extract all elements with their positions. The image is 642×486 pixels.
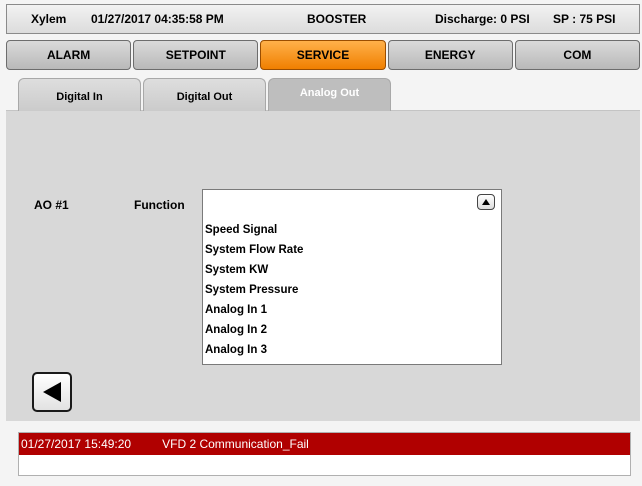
function-options-list: Speed Signal System Flow Rate System KW …	[202, 216, 502, 365]
header-datetime: 01/27/2017 04:35:58 PM	[91, 12, 224, 26]
brand-label: Xylem	[31, 12, 67, 26]
option-analog-in-1[interactable]: Analog In 1	[203, 300, 501, 320]
main-nav: ALARM SETPOINT SERVICE ENERGY COM	[6, 40, 641, 70]
sub-nav: Digital In Digital Out Analog Out	[18, 78, 391, 111]
option-system-kw[interactable]: System KW	[203, 260, 501, 280]
tab-setpoint[interactable]: SETPOINT	[133, 40, 259, 70]
triangle-up-icon	[482, 199, 490, 205]
dropdown-toggle-button[interactable]	[477, 194, 495, 210]
tab-alarm[interactable]: ALARM	[6, 40, 132, 70]
tab-com[interactable]: COM	[514, 40, 641, 70]
option-system-pressure[interactable]: System Pressure	[203, 280, 501, 300]
tab-service[interactable]: SERVICE	[260, 40, 386, 70]
option-speed-signal[interactable]: Speed Signal	[203, 220, 501, 240]
header-mode: BOOSTER	[307, 12, 367, 26]
alarm-banner: 01/27/2017 15:49:20 VFD 2 Communication_…	[18, 432, 631, 476]
alarm-timestamp: 01/27/2017 15:49:20	[21, 437, 132, 451]
alarm-row[interactable]: 01/27/2017 15:49:20 VFD 2 Communication_…	[19, 433, 630, 455]
function-select[interactable]	[202, 189, 502, 217]
status-header: Xylem 01/27/2017 04:35:58 PM BOOSTER Dis…	[6, 4, 640, 34]
header-discharge-pressure: Discharge: 0 PSI	[435, 12, 530, 26]
subtab-digital-out[interactable]: Digital Out	[143, 78, 266, 111]
option-analog-in-2[interactable]: Analog In 2	[203, 320, 501, 340]
back-button[interactable]	[32, 372, 72, 412]
function-label: Function	[134, 198, 185, 212]
back-arrow-icon	[43, 382, 61, 402]
hmi-screen: Xylem 01/27/2017 04:35:58 PM BOOSTER Dis…	[0, 0, 642, 486]
option-system-flow-rate[interactable]: System Flow Rate	[203, 240, 501, 260]
subtab-digital-in[interactable]: Digital In	[18, 78, 141, 111]
header-setpoint: SP : 75 PSI	[553, 12, 616, 26]
tab-energy[interactable]: ENERGY	[387, 40, 513, 70]
subtab-analog-out[interactable]: Analog Out	[268, 78, 391, 111]
alarm-message: VFD 2 Communication_Fail	[162, 437, 309, 451]
option-analog-in-3[interactable]: Analog In 3	[203, 340, 501, 360]
ao-channel-label: AO #1	[34, 198, 69, 212]
